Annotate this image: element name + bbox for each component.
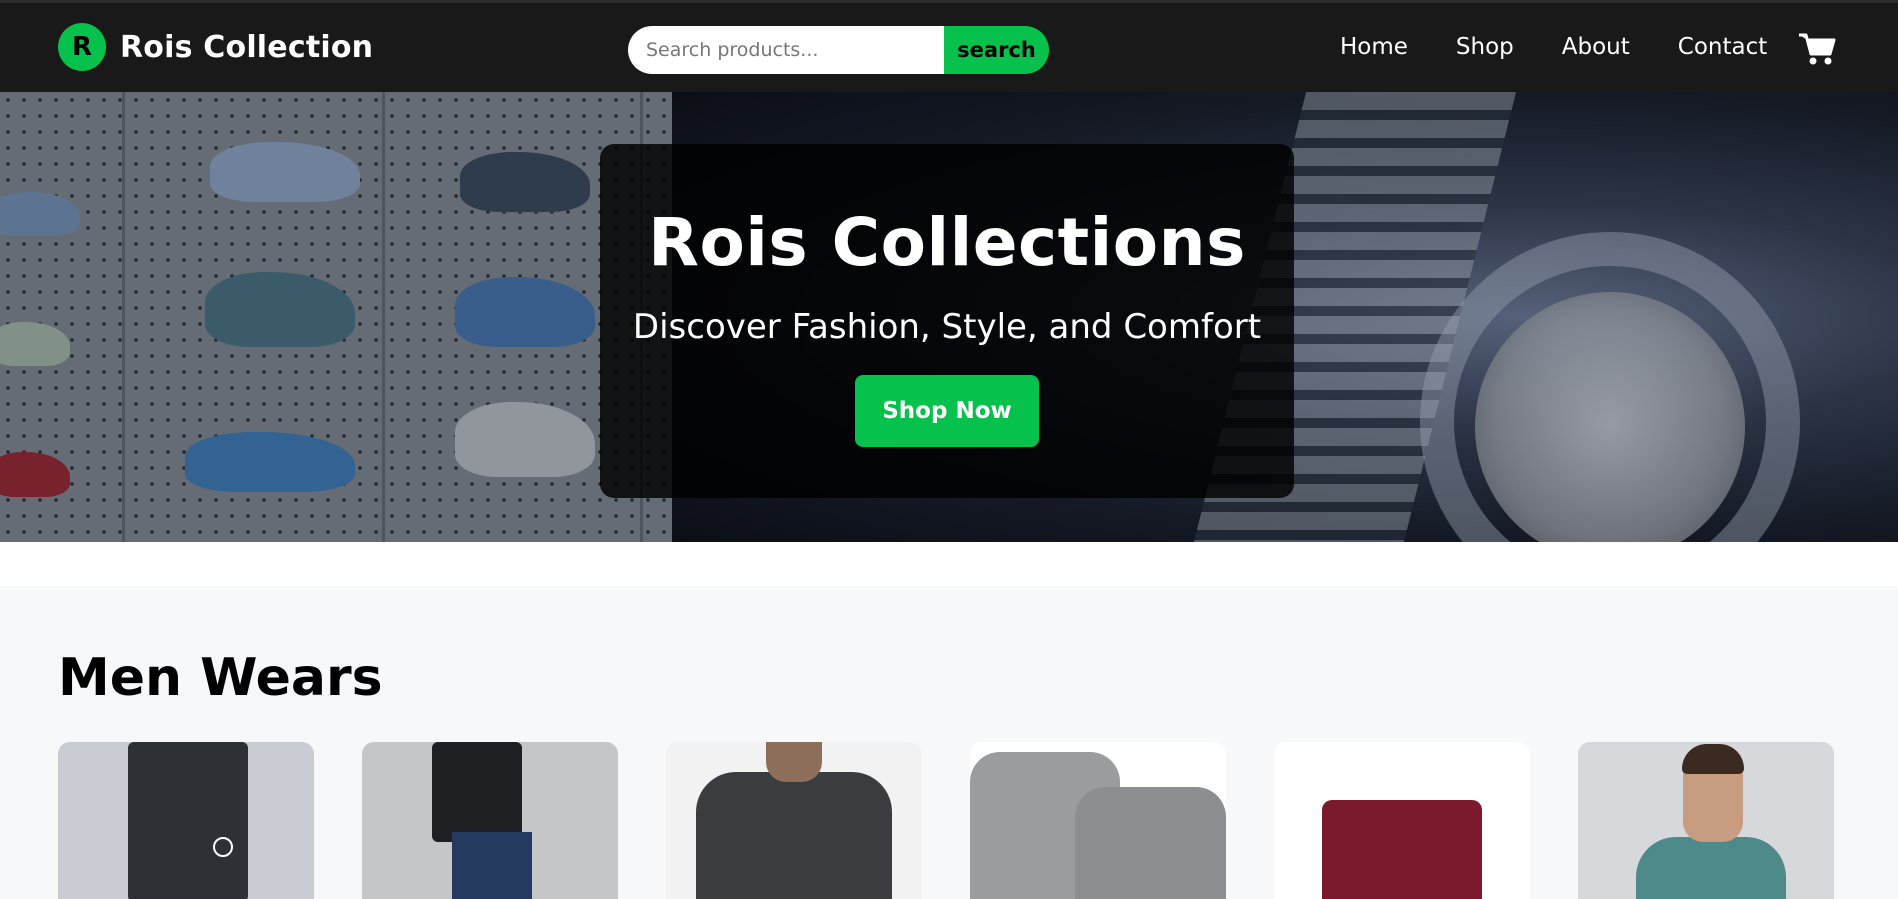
hero-subtitle: Discover Fashion, Style, and Comfort [632,307,1262,347]
product-card[interactable] [1578,742,1834,899]
shopping-cart-icon[interactable] [1798,32,1836,66]
section-title: Men Wears [58,648,383,708]
logo-badge: R [58,23,106,71]
product-image-hoodie-outfit [432,742,522,842]
search-bar: search [628,26,1049,74]
nav-link-home[interactable]: Home [1340,34,1408,60]
product-card[interactable] [58,742,314,899]
product-image-denim-jacket [696,772,892,899]
hero-banner: Rois Collections Discover Fashion, Style… [0,92,1898,542]
product-card[interactable] [362,742,618,899]
product-card[interactable] [970,742,1226,899]
product-image-maroon-shorts [1322,800,1482,899]
product-image-cargo-pants [128,742,248,899]
product-image-teal-polo [1636,837,1786,899]
section-divider [0,542,1898,586]
hero-title: Rois Collections [648,204,1246,281]
nav-links: Home Shop About Contact [1340,34,1815,60]
hero-sneaker-wall-image [0,92,672,542]
nav-link-contact[interactable]: Contact [1678,34,1767,60]
brand-name: Rois Collection [120,29,374,65]
navbar: R Rois Collection search Home Shop About… [0,0,1898,92]
search-input[interactable] [628,26,944,74]
product-card[interactable] [1274,742,1530,899]
nav-link-about[interactable]: About [1562,34,1630,60]
product-card[interactable] [666,742,922,899]
nav-link-shop[interactable]: Shop [1456,34,1514,60]
product-grid [58,742,1836,899]
hero-overlay: Rois Collections Discover Fashion, Style… [600,144,1294,498]
shop-now-button[interactable]: Shop Now [855,375,1039,447]
brand-logo[interactable]: R Rois Collection [58,23,373,71]
search-button[interactable]: search [944,26,1049,74]
